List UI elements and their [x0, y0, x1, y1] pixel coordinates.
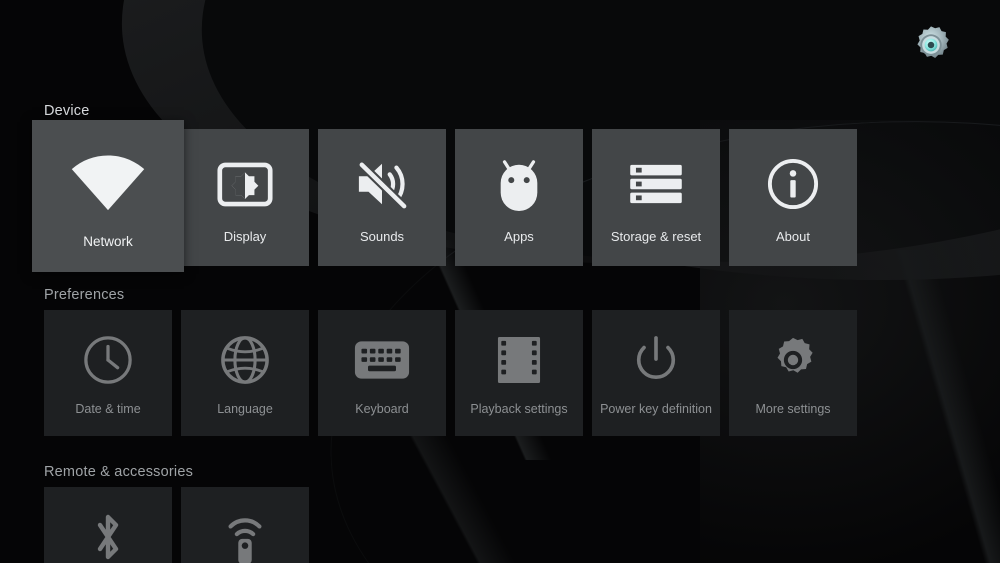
settings-content: Device Network Display Sounds Apps Stora… [0, 0, 1000, 563]
tile-about[interactable]: About [729, 129, 857, 266]
tile-label: Network [83, 234, 133, 249]
tile-label: Date & time [75, 402, 141, 416]
tile-playback-settings[interactable]: Playback settings [455, 310, 583, 436]
tile-label: Apps [504, 229, 534, 244]
tile-network[interactable]: Network [32, 120, 184, 272]
tile-apps[interactable]: Apps [455, 129, 583, 266]
volume-off-icon [353, 156, 411, 212]
tile-label: Display [223, 229, 267, 244]
clock-icon [83, 334, 133, 386]
android-icon [492, 156, 546, 212]
film-icon [497, 334, 541, 386]
wifi-icon [70, 152, 146, 216]
tile-language[interactable]: Language [181, 310, 309, 436]
tile-label: Playback settings [470, 402, 568, 416]
tile-row-preferences: Date & time Language Keyboard Playback s… [44, 310, 866, 436]
section-label-remote-accessories: Remote & accessories [44, 464, 194, 480]
tile-label: About [776, 229, 810, 244]
tile-sounds[interactable]: Sounds [318, 129, 446, 266]
tile-power-key-definition[interactable]: Power key definition [592, 310, 720, 436]
tile-remote-control[interactable]: Remote control [181, 487, 309, 563]
tile-storage-reset[interactable]: Storage & reset [592, 129, 720, 266]
bluetooth-icon [88, 511, 128, 563]
section-label-device: Device [44, 103, 90, 119]
keyboard-icon [354, 334, 410, 386]
tile-label: Sounds [359, 229, 405, 244]
storage-icon [628, 156, 684, 212]
settings-screen: Device Network Display Sounds Apps Stora… [0, 0, 1000, 563]
info-icon [767, 156, 819, 212]
tile-display[interactable]: Display [181, 129, 309, 266]
tile-more-settings[interactable]: More settings [729, 310, 857, 436]
tile-row-remote-accessories: Bluetooth Remote control [44, 487, 318, 563]
tile-label: Power key definition [600, 402, 712, 416]
tile-label: Storage & reset [610, 229, 702, 244]
remote-icon [221, 511, 269, 563]
tile-date-time[interactable]: Date & time [44, 310, 172, 436]
tile-row-device: Network Display Sounds Apps Storage & re… [32, 120, 866, 272]
section-label-preferences: Preferences [44, 287, 125, 303]
tile-bluetooth[interactable]: Bluetooth [44, 487, 172, 563]
globe-icon [220, 334, 270, 386]
tile-label: Language [217, 402, 273, 416]
tile-label: Keyboard [355, 402, 409, 416]
tile-label: More settings [755, 402, 831, 416]
gear-icon [768, 334, 818, 386]
brightness-icon [217, 156, 273, 212]
tile-keyboard[interactable]: Keyboard [318, 310, 446, 436]
power-icon [632, 334, 680, 386]
